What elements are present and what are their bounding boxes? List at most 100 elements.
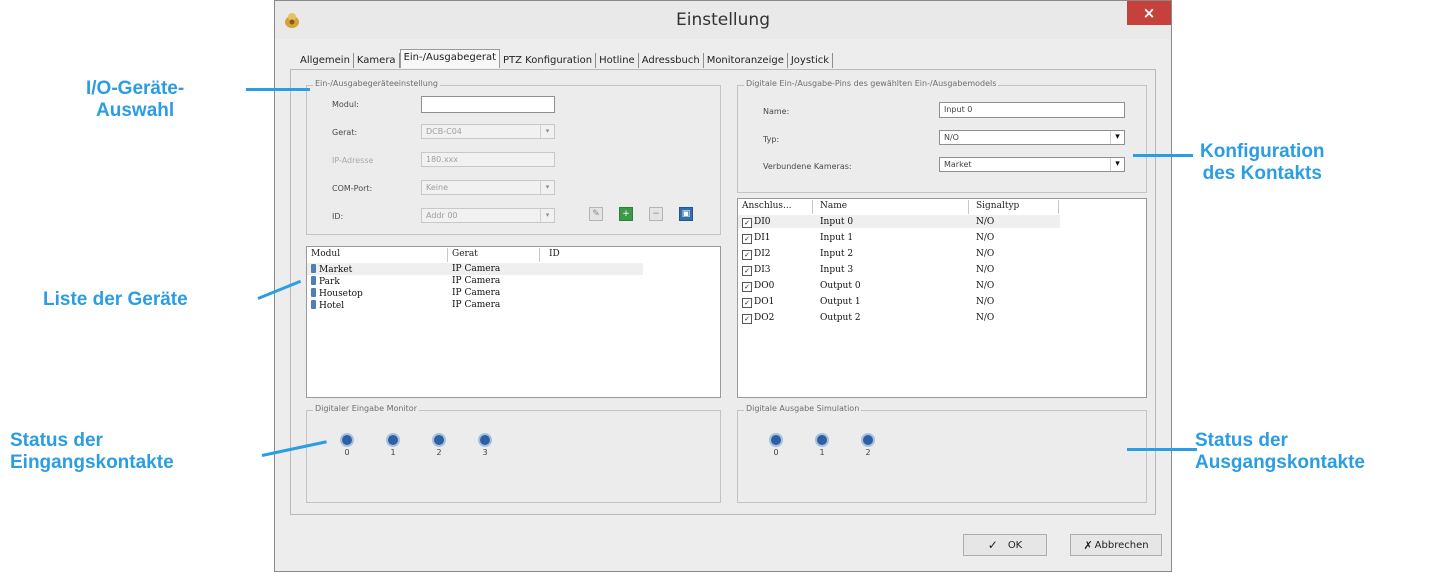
output-led-0[interactable]: 0 [766,433,786,457]
tab-allgemein[interactable]: Allgemein [297,52,354,68]
table-row[interactable]: ✓ DI3 [742,265,771,276]
led-icon [386,433,400,447]
checkbox-icon[interactable]: ✓ [742,218,752,228]
table-row[interactable]: ✓ DO1 [742,297,774,308]
led-icon [769,433,783,447]
annotation-line: Konfiguration [1200,141,1325,162]
camera-link-select[interactable]: Market ▾ [939,157,1125,172]
pin-signal-type: N/O [976,233,995,243]
gerat-select[interactable]: DCB-C04 ▾ [421,124,555,139]
annotation-input-status: Status der Eingangskontakte [10,430,174,474]
title-bar: Einstellung × [275,1,1171,39]
table-row[interactable]: ✓ DI0 [742,217,771,228]
pin-list-header-name[interactable]: Name [820,201,847,211]
device-list[interactable]: Modul Gerat ID Market IP Camera Park IP … [306,246,721,398]
annotation-line: Status der [1195,430,1288,451]
device-settings-title: Ein-/Ausgabegeräteeinstellung [313,79,440,88]
tab-joystick[interactable]: Joystick [788,52,834,68]
annotation-pointer [1133,154,1193,157]
pin-list-header-connector[interactable]: Anschlus... [742,201,792,211]
chevron-down-icon: ▾ [1110,131,1124,144]
tab-monitoranzeige[interactable]: Monitoranzeige [704,52,788,68]
list-item[interactable]: Park [311,276,340,287]
device-name: Housetop [319,289,363,299]
pin-name: Input 2 [820,249,854,259]
led-number: 2 [436,448,442,457]
edit-device-button[interactable]: ✎ [589,207,603,221]
pin-name: Output 1 [820,297,861,307]
tab-ein-ausgabegerat[interactable]: Ein-/Ausgabegerat [399,49,501,68]
input-led-0: 0 [337,433,357,457]
pin-id: DO2 [754,313,775,323]
led-icon [340,433,354,447]
checkbox-icon[interactable]: ✓ [742,250,752,260]
tab-ptz-konfiguration[interactable]: PTZ Konfiguration [500,52,597,68]
chevron-down-icon: ▾ [540,209,554,222]
ok-button[interactable]: ✓ OK [963,534,1047,556]
pin-id: DI3 [754,265,771,275]
checkbox-icon[interactable]: ✓ [742,298,752,308]
output-led-2[interactable]: 2 [858,433,878,457]
table-row[interactable]: ✓ DI2 [742,249,771,260]
device-list-header-id[interactable]: ID [549,249,560,259]
device-list-header-modul[interactable]: Modul [311,249,340,259]
annotation-line: des Kontakts [1202,163,1322,184]
led-number: 3 [482,448,488,457]
checkbox-icon[interactable]: ✓ [742,314,752,324]
save-device-button[interactable]: ▣ [679,207,693,221]
list-item[interactable]: Market [311,264,352,275]
input-led-1: 1 [383,433,403,457]
tab-kamera[interactable]: Kamera [354,52,400,68]
device-list-header-gerat[interactable]: Gerat [452,249,478,259]
pin-list[interactable]: Anschlus... Name Signaltyp ✓ DI0 Input 0 … [737,198,1147,398]
tab-bar: Allgemein Kamera Ein-/Ausgabegerat PTZ K… [297,49,834,69]
camera-link-label: Verbundene Kameras: [763,162,852,171]
camera-link-value: Market [944,160,972,169]
pin-config-group: Digitale Ein-/Ausgabe-Pins des gewählten… [737,79,1147,193]
table-row[interactable]: ✓ DI1 [742,233,771,244]
modul-label: Modul: [332,100,359,109]
tab-hotline[interactable]: Hotline [596,52,639,68]
annotation-line: Ausgangskontakte [1195,452,1365,473]
list-item[interactable]: Housetop [311,288,363,299]
remove-device-button[interactable]: − [649,207,663,221]
ok-label: OK [1007,539,1023,551]
output-sim-title: Digitale Ausgabe Simulation [744,404,862,413]
add-device-button[interactable]: + [619,207,633,221]
output-led-1[interactable]: 1 [812,433,832,457]
device-type: IP Camera [452,276,501,286]
pin-name: Input 0 [820,217,854,227]
list-item[interactable]: Hotel [311,300,344,311]
checkbox-icon[interactable]: ✓ [742,266,752,276]
checkbox-icon[interactable]: ✓ [742,234,752,244]
annotation-line: I/O-Geräte- [86,78,185,99]
led-number: 0 [773,448,779,457]
pin-signal-type: N/O [976,265,995,275]
pin-config-title: Digitale Ein-/Ausgabe-Pins des gewählten… [744,79,999,88]
table-row[interactable]: ✓ DO2 [742,313,774,324]
led-number: 1 [819,448,825,457]
pin-list-header-signal[interactable]: Signaltyp [976,201,1019,211]
device-name: Hotel [319,301,345,311]
input-led-2: 2 [429,433,449,457]
input-monitor-group: Digitaler Eingabe Monitor 0 1 2 3 [306,404,721,503]
tab-adressbuch[interactable]: Adressbuch [639,52,704,68]
pin-signal-type: N/O [976,313,995,323]
ip-input[interactable]: 180.xxx [421,152,555,167]
close-button[interactable]: × [1127,1,1171,25]
checkbox-icon[interactable]: ✓ [742,282,752,292]
pin-type-select[interactable]: N/O ▾ [939,130,1125,145]
pin-name: Output 0 [820,281,861,291]
annotation-device-list: Liste der Geräte [43,289,188,310]
modul-input[interactable] [421,96,555,113]
cancel-label: Abbrechen [1094,539,1149,551]
annotation-line: Auswahl [96,100,175,121]
cancel-button[interactable]: ✗ Abbrechen [1070,534,1162,556]
header-separator [539,248,540,262]
com-port-select[interactable]: Keine ▾ [421,180,555,195]
pin-name-input[interactable]: Input 0 [939,102,1125,118]
table-row[interactable]: ✓ DO0 [742,281,774,292]
pin-name: Input 1 [820,233,854,243]
id-select[interactable]: Addr 00 ▾ [421,208,555,223]
header-separator [968,200,969,214]
